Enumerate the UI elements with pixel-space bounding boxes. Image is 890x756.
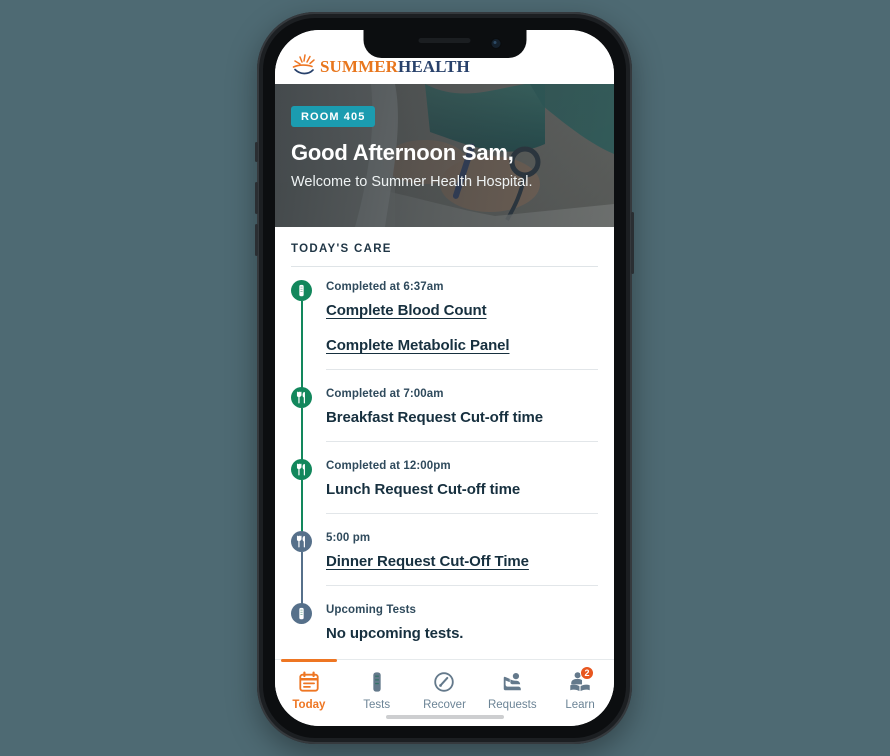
tab-badge: 2 xyxy=(579,666,594,680)
test-tube-icon xyxy=(291,603,312,624)
care-item-label: Lunch Request Cut-off time xyxy=(326,481,521,498)
care-item-content: 5:00 pm Dinner Request Cut-Off Time xyxy=(326,528,598,600)
timeline-gutter xyxy=(291,456,313,538)
care-timeline-item: 5:00 pm Dinner Request Cut-Off Time xyxy=(291,528,598,610)
timeline-connector xyxy=(301,408,303,466)
todays-care-section: TODAY'S CARE Completed at 6:37am Complete… xyxy=(275,227,614,658)
welcome-subtitle: Welcome to Summer Health Hospital. xyxy=(291,174,533,190)
room-badge: ROOM 405 xyxy=(291,106,376,127)
care-item-link[interactable]: Dinner Request Cut-Off Time xyxy=(326,553,598,572)
care-item-time: Completed at 6:37am xyxy=(326,281,444,293)
front-camera-icon xyxy=(491,39,500,48)
greeting-title: Good Afternoon Sam, xyxy=(291,140,514,165)
phone-screen: SUMMERHEALTH ROOM 405 Good Afternoon Sam… xyxy=(275,30,614,726)
raise-hand-icon xyxy=(501,671,523,693)
timeline-gutter xyxy=(291,600,313,658)
utensils-icon xyxy=(291,531,312,552)
calendar-icon xyxy=(298,671,320,693)
hero-banner: ROOM 405 Good Afternoon Sam, Welcome to … xyxy=(275,84,614,227)
utensils-icon xyxy=(291,459,312,480)
phone-frame: SUMMERHEALTH ROOM 405 Good Afternoon Sam… xyxy=(255,12,634,744)
notch xyxy=(363,30,526,58)
earpiece-speaker xyxy=(418,38,471,43)
care-timeline-item: Completed at 7:00am Breakfast Request Cut… xyxy=(291,384,598,466)
care-item-divider xyxy=(326,441,598,442)
care-timeline-item: Completed at 6:37am Complete Blood Count C… xyxy=(291,277,598,394)
care-item-divider xyxy=(326,513,598,514)
volume-down-button[interactable] xyxy=(255,224,258,256)
gauge-icon xyxy=(433,671,455,693)
tab-requests[interactable]: Requests xyxy=(478,660,546,711)
tab-tests[interactable]: Tests xyxy=(343,660,411,711)
timeline-gutter xyxy=(291,384,313,466)
care-item-rows: Lunch Request Cut-off time xyxy=(326,481,598,500)
logo-wordmark: SUMMERHEALTH xyxy=(320,58,470,75)
care-item-link[interactable]: Complete Metabolic Panel xyxy=(326,337,598,356)
timeline-connector xyxy=(301,480,303,538)
care-item-time: Completed at 12:00pm xyxy=(326,460,451,472)
tab-label: Recover xyxy=(423,699,466,711)
tab-today[interactable]: Today xyxy=(275,659,343,711)
test-tube-icon xyxy=(291,280,312,301)
care-item-rows: Dinner Request Cut-Off Time xyxy=(326,553,598,572)
care-item-content: Completed at 7:00am Breakfast Request Cut… xyxy=(326,384,598,456)
care-timeline: Completed at 6:37am Complete Blood Count C… xyxy=(291,267,598,658)
utensils-icon xyxy=(291,387,312,408)
care-item-label: Breakfast Request Cut-off time xyxy=(326,409,544,426)
volume-up-button[interactable] xyxy=(255,182,258,214)
power-button[interactable] xyxy=(631,212,634,274)
logo-word-health: HEALTH xyxy=(398,56,470,76)
home-indicator xyxy=(385,715,504,719)
hero-content: ROOM 405 Good Afternoon Sam, Welcome to … xyxy=(291,106,598,190)
section-title-todays-care: TODAY'S CARE xyxy=(291,243,392,255)
tab-label: Tests xyxy=(363,699,391,711)
care-item-rows: Complete Blood Count Complete Metabolic P… xyxy=(326,302,598,356)
active-tab-indicator xyxy=(281,659,337,662)
care-item-content: Completed at 6:37am Complete Blood Count C… xyxy=(326,277,598,384)
sun-rays-icon xyxy=(291,54,317,78)
logo-word-summer: SUMMER xyxy=(320,56,399,76)
tab-learn[interactable]: 2 Learn xyxy=(546,660,614,711)
care-item-time: Upcoming Tests xyxy=(326,604,417,616)
care-item-rows: No upcoming tests. xyxy=(326,625,598,644)
care-item-time: Completed at 7:00am xyxy=(326,388,444,400)
care-item-label: No upcoming tests. xyxy=(326,625,464,642)
care-timeline-item: Completed at 12:00pm Lunch Request Cut-of… xyxy=(291,456,598,538)
care-item-link[interactable]: Complete Blood Count xyxy=(326,302,598,321)
timeline-connector xyxy=(301,301,303,394)
tab-label: Today xyxy=(292,699,326,711)
care-item-divider xyxy=(326,585,598,586)
tab-label: Learn xyxy=(565,699,595,711)
care-timeline-item: Upcoming Tests No upcoming tests. xyxy=(291,600,598,658)
timeline-gutter xyxy=(291,277,313,394)
timeline-gutter xyxy=(291,528,313,610)
care-item-time: 5:00 pm xyxy=(326,532,371,544)
timeline-connector xyxy=(301,552,303,610)
tab-recover[interactable]: Recover xyxy=(411,660,479,711)
screenshot-stage: SUMMERHEALTH ROOM 405 Good Afternoon Sam… xyxy=(0,0,890,756)
care-item-content: Upcoming Tests No upcoming tests. xyxy=(326,600,598,658)
ring-switch[interactable] xyxy=(255,142,258,162)
care-item-content: Completed at 12:00pm Lunch Request Cut-of… xyxy=(326,456,598,528)
care-item-rows: Breakfast Request Cut-off time xyxy=(326,409,598,428)
care-item-divider xyxy=(326,369,598,370)
test-tube-icon xyxy=(366,671,388,693)
tab-label: Requests xyxy=(487,699,537,711)
